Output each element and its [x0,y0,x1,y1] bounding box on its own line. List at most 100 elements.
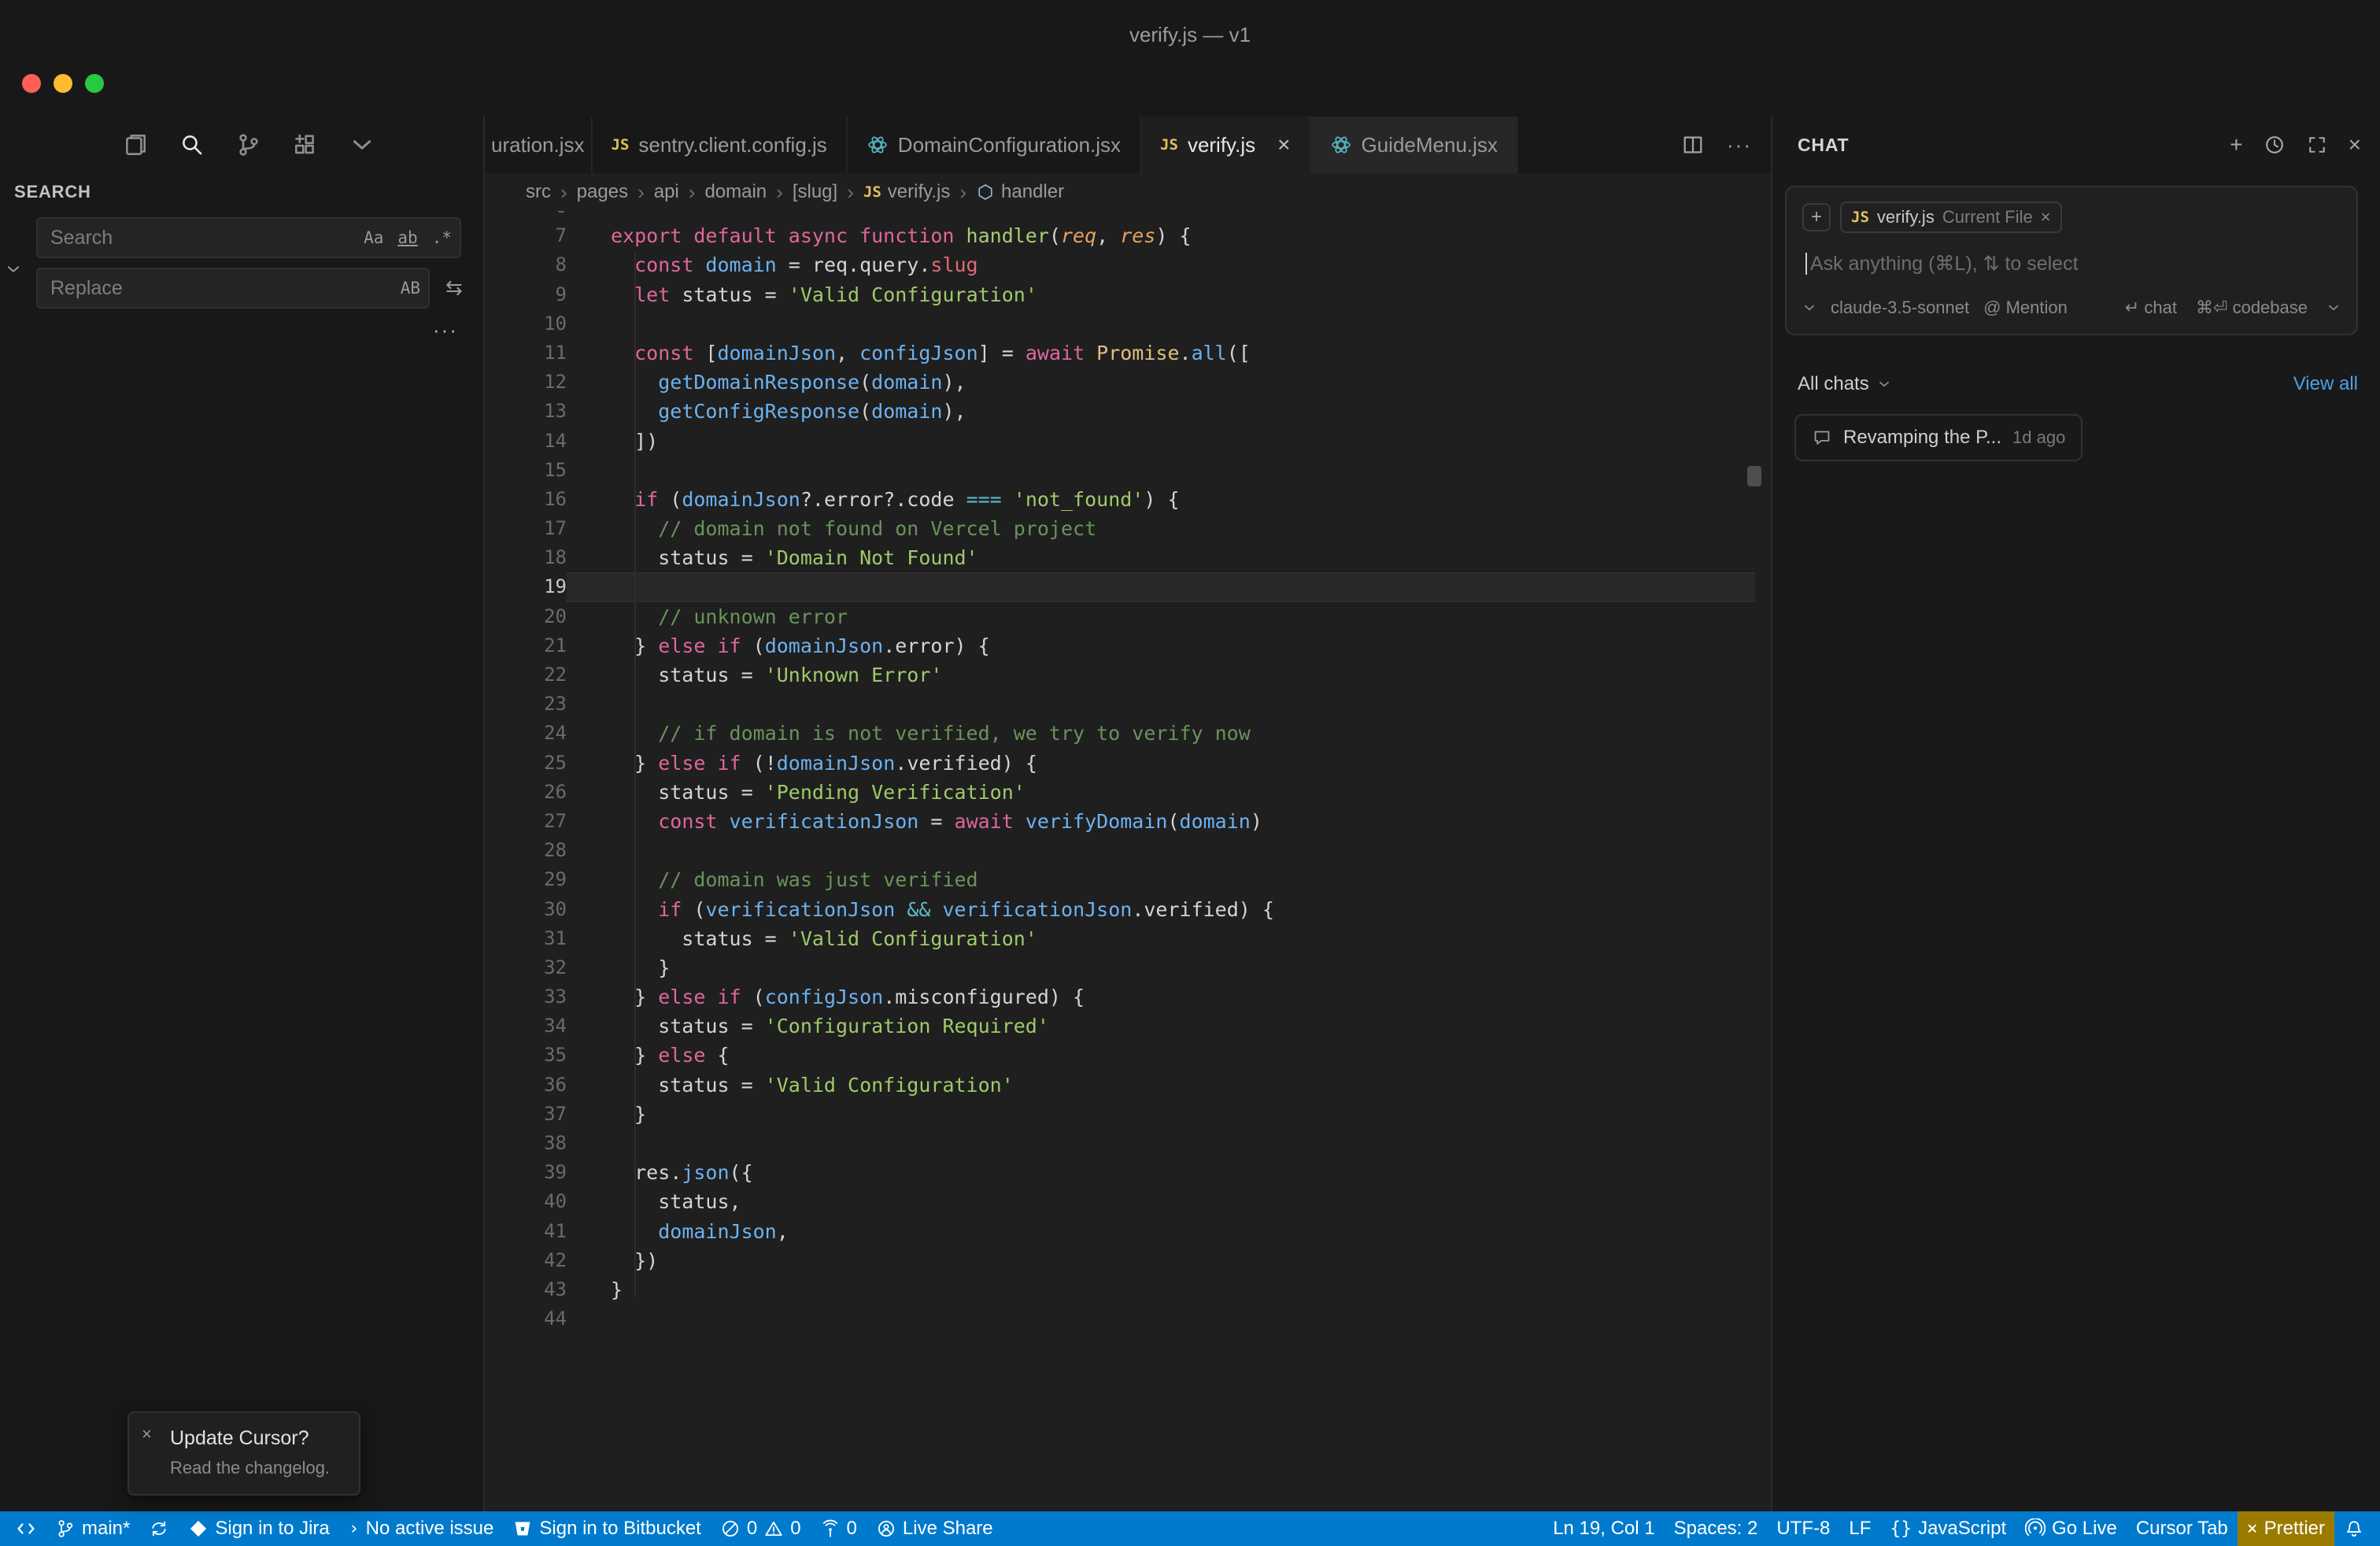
code-line-10[interactable]: 10 [485,309,1771,338]
code-line-29[interactable]: 29 // domain was just verified [485,865,1771,894]
close-tab-button[interactable]: × [1277,132,1290,157]
chat-history-item[interactable]: Revamping the P... 1d ago [1794,414,2082,461]
view-all-link[interactable]: View all [2293,373,2358,395]
code-line-30[interactable]: 30 if (verificationJson && verificationJ… [485,895,1771,924]
code-line-34[interactable]: 34 status = 'Configuration Required' [485,1012,1771,1041]
status-jira-active-issue[interactable]: ›No active issue [339,1511,504,1546]
add-context-button[interactable]: + [1802,203,1831,231]
close-chat-button[interactable]: × [2349,134,2361,156]
status-bitbucket-sign-in[interactable]: Sign in to Bitbucket [503,1511,710,1546]
status-git-sync[interactable] [139,1511,179,1546]
code-line-18[interactable]: 18 status = 'Domain Not Found' [485,543,1771,572]
code-line-42[interactable]: 42 }) [485,1246,1771,1275]
code-line-39[interactable]: 39 res.json({ [485,1158,1771,1187]
tab-uration-jsx[interactable]: uration.jsx [485,117,593,173]
all-chats-dropdown[interactable]: All chats [1798,373,1891,395]
chat-history-button[interactable] [2264,134,2286,156]
submit-codebase-button[interactable]: ⌘⏎ codebase [2196,298,2308,318]
activity-chevron-down-icon[interactable] [346,129,378,161]
code-line-25[interactable]: 25 } else if (!domainJson.verified) { [485,749,1771,778]
whole-word-toggle[interactable]: ab [397,228,417,247]
status-remote-indicator[interactable] [6,1511,46,1546]
code-line-12[interactable]: 12 getDomainResponse(domain), [485,368,1771,397]
status-language-mode[interactable]: {}JavaScript [1880,1511,2016,1546]
chat-input[interactable]: Ask anything (⌘L), ⇅ to select [1810,252,2079,276]
code-line-7[interactable]: 7export default async function handler(r… [485,221,1771,250]
code-line-35[interactable]: 35 } else { [485,1041,1771,1070]
code-line-21[interactable]: 21 } else if (domainJson.error) { [485,631,1771,660]
new-chat-button[interactable]: + [2230,134,2242,156]
code-line-19[interactable]: 19 [485,572,1771,601]
editor-more-actions-button[interactable]: ··· [1727,133,1752,157]
code-line-17[interactable]: 17 // domain not found on Vercel project [485,514,1771,543]
breadcrumb-item-slug[interactable]: [slug] [793,181,837,203]
scrollbar-marker[interactable] [1747,466,1761,486]
status-cursor-tab[interactable]: Cursor Tab [2127,1511,2238,1546]
tab-sentry-client-config-js[interactable]: JSsentry.client.config.js [593,117,848,173]
mention-button[interactable]: @ Mention [1983,298,2068,318]
code-line-6[interactable]: 6 [485,211,1771,221]
breadcrumb-item-api[interactable]: api [654,181,679,203]
code-line-14[interactable]: 14 ]) [485,427,1771,456]
code-line-16[interactable]: 16 if (domainJson?.error?.code === 'not_… [485,485,1771,514]
code-line-11[interactable]: 11 const [domainJson, configJson] = awai… [485,338,1771,368]
activity-extensions-icon[interactable] [290,129,321,161]
split-editor-button[interactable] [1681,133,1705,157]
status-live-share[interactable]: Live Share [867,1511,1003,1546]
regex-toggle[interactable]: .* [432,228,452,247]
replace-input[interactable] [36,268,430,309]
status-cursor-position[interactable]: Ln 19, Col 1 [1543,1511,1664,1546]
code-line-24[interactable]: 24 // if domain is not verified, we try … [485,719,1771,748]
status-encoding[interactable]: UTF-8 [1767,1511,1839,1546]
breadcrumb-item-pages[interactable]: pages [577,181,628,203]
breadcrumb-item-domain[interactable]: domain [704,181,767,203]
activity-search-icon[interactable] [176,129,208,161]
code-line-15[interactable]: 15 [485,456,1771,485]
code-line-43[interactable]: 43} [485,1275,1771,1304]
code-line-8[interactable]: 8 const domain = req.query.slug [485,250,1771,279]
status-eol[interactable]: LF [1839,1511,1880,1546]
zoom-window-button[interactable] [85,74,104,93]
code-line-20[interactable]: 20 // unknown error [485,602,1771,631]
status-jira-sign-in[interactable]: Sign in to Jira [179,1511,338,1546]
activity-files-icon[interactable] [120,129,151,161]
tab-guidemenu-jsx[interactable]: GuideMenu.jsx [1311,117,1518,173]
submit-chat-button[interactable]: ↵ chat [2125,298,2177,318]
notification-changelog-link[interactable]: Read the changelog. [170,1458,343,1478]
status-feedback[interactable]: 0 [811,1511,867,1546]
close-window-button[interactable] [22,74,41,93]
search-more-actions[interactable]: ··· [36,318,461,343]
status-go-live[interactable]: Go Live [2016,1511,2127,1546]
status-git-branch[interactable]: main* [46,1511,139,1546]
code-line-41[interactable]: 41 domainJson, [485,1217,1771,1246]
code-line-23[interactable]: 23 [485,690,1771,719]
code-line-28[interactable]: 28 [485,836,1771,865]
code-line-33[interactable]: 33 } else if (configJson.misconfigured) … [485,982,1771,1012]
code-line-31[interactable]: 31 status = 'Valid Configuration' [485,924,1771,953]
expand-chat-button[interactable] [2306,134,2328,156]
remove-context-button[interactable]: × [2041,207,2051,227]
tab-domainconfiguration-jsx[interactable]: DomainConfiguration.jsx [848,117,1141,173]
tab-verify-js[interactable]: JSverify.js× [1141,117,1310,173]
activity-source-control-icon[interactable] [233,129,264,161]
code-line-37[interactable]: 37 } [485,1100,1771,1129]
breadcrumb-item-src[interactable]: src [526,181,551,203]
match-case-toggle[interactable]: Aa [364,228,383,247]
model-selector[interactable]: claude-3.5-sonnet [1831,298,1969,318]
status-prettier[interactable]: ×Prettier [2238,1511,2334,1546]
status-indentation[interactable]: Spaces: 2 [1665,1511,1768,1546]
status-problems[interactable]: 00 [711,1511,811,1546]
code-line-9[interactable]: 9 let status = 'Valid Configuration' [485,280,1771,309]
code-line-44[interactable]: 44 [485,1304,1771,1333]
breadcrumb-item-verify-js[interactable]: JSverify.js [863,181,950,203]
code-line-26[interactable]: 26 status = 'Pending Verification' [485,778,1771,807]
breadcrumb-item-handler[interactable]: handler [976,181,1064,203]
code-line-32[interactable]: 32 } [485,953,1771,982]
status-notifications-bell[interactable] [2334,1511,2374,1546]
code-line-36[interactable]: 36 status = 'Valid Configuration' [485,1071,1771,1100]
code-editor[interactable]: 67export default async function handler(… [485,211,1771,1511]
toggle-replace-button[interactable] [5,255,22,284]
minimize-window-button[interactable] [54,74,72,93]
preserve-case-toggle[interactable]: AB [401,279,420,298]
code-line-27[interactable]: 27 const verificationJson = await verify… [485,807,1771,836]
